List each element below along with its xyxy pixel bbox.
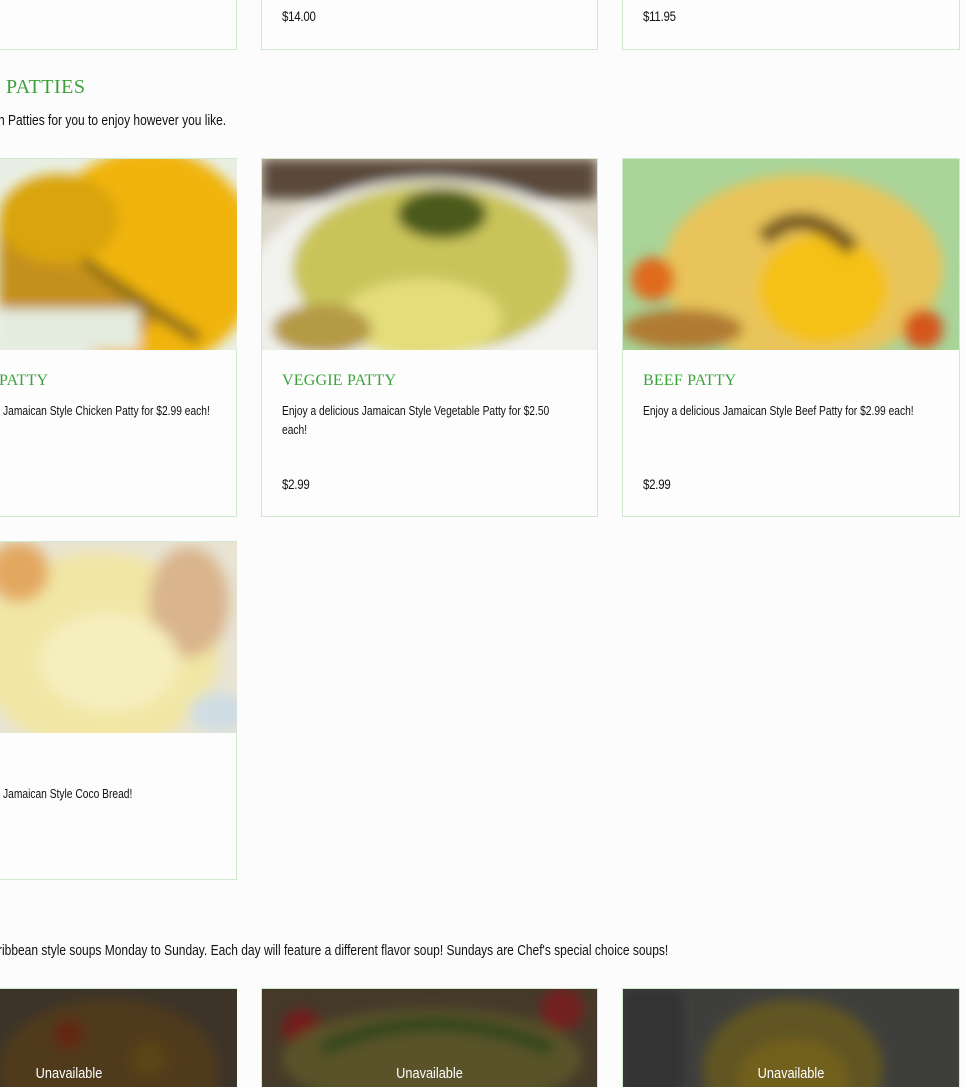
item-price: $11.95: [643, 8, 676, 24]
section-description: ribbean style soups Monday to Sunday. Ea…: [0, 942, 669, 959]
section-description: n Patties for you to enjoy however you l…: [0, 112, 227, 129]
menu-item-card[interactable]: Unavailable: [622, 988, 960, 1087]
item-image: [262, 159, 597, 350]
menu-item-card[interactable]: Jamaican Style Coco Bread!: [0, 541, 237, 880]
item-title: VEGGIE PATTY: [282, 372, 397, 389]
menu-item-card[interactable]: $14.00: [261, 0, 598, 50]
item-image: [0, 159, 237, 350]
menu-item-card[interactable]: VEGGIE PATTY Enjoy a delicious Jamaican …: [261, 158, 598, 517]
item-price: $2.99: [643, 476, 671, 492]
item-description: Jamaican Style Coco Bread!: [3, 787, 133, 801]
unavailable-label: Unavailable: [757, 1065, 825, 1082]
item-title: PATTY: [0, 372, 49, 389]
menu-item-card[interactable]: Unavailable: [261, 988, 598, 1087]
section-title-patties: PATTIES: [6, 76, 86, 98]
menu-item-card[interactable]: Unavailable: [0, 988, 237, 1087]
item-price: $2.99: [282, 476, 310, 492]
item-description: Enjoy a delicious Jamaican Style Vegetab…: [282, 404, 550, 437]
menu-item-card[interactable]: $11.95: [622, 0, 960, 50]
item-title: BEEF PATTY: [643, 372, 737, 389]
item-image: [623, 159, 959, 350]
unavailable-label: Unavailable: [35, 1065, 103, 1082]
unavailable-label: Unavailable: [396, 1065, 463, 1082]
item-description: Enjoy a delicious Jamaican Style Beef Pa…: [643, 404, 914, 418]
menu-item-card[interactable]: [0, 0, 237, 50]
item-price: $14.00: [282, 8, 316, 24]
menu-item-card[interactable]: BEEF PATTY Enjoy a delicious Jamaican St…: [622, 158, 960, 517]
item-image: [0, 542, 237, 733]
menu-item-card[interactable]: PATTY Jamaican Style Chicken Patty for $…: [0, 158, 237, 517]
item-description: Jamaican Style Chicken Patty for $2.99 e…: [3, 404, 210, 418]
